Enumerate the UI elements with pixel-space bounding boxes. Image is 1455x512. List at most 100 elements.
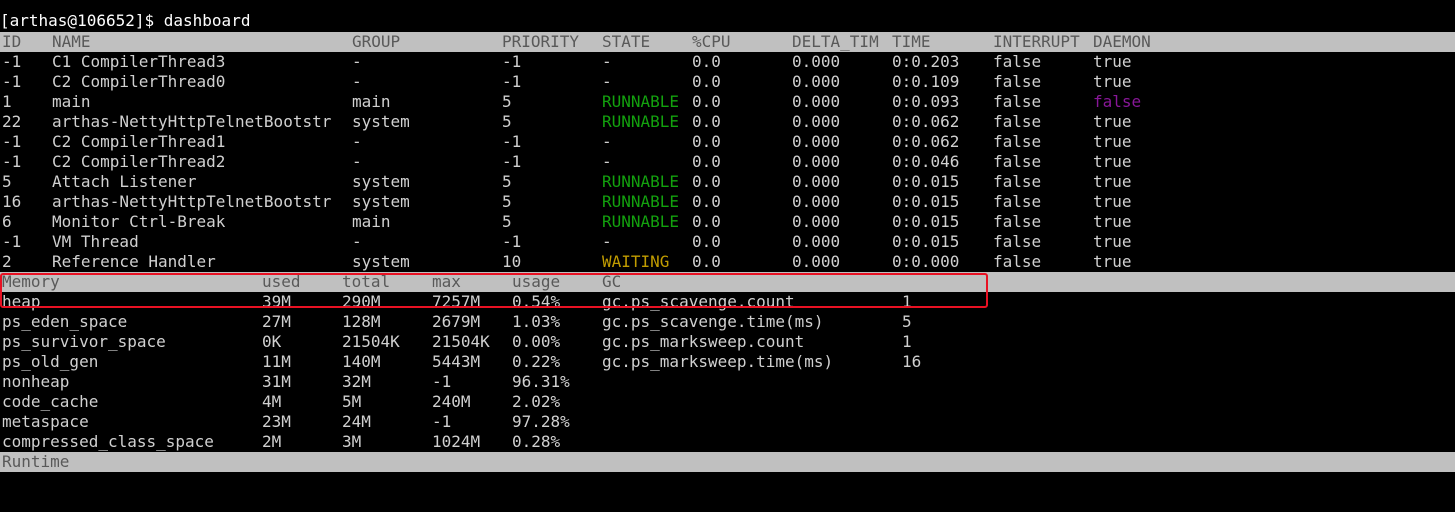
thread-cell: true <box>1093 112 1132 131</box>
thread-cell: 0.0 <box>692 72 721 91</box>
thread-column-header: TIME <box>892 32 931 51</box>
thread-cell: - <box>352 152 362 171</box>
memory-column-header: GC <box>602 272 622 291</box>
thread-cell: - <box>352 52 362 71</box>
thread-cell: WAITING <box>602 252 670 271</box>
thread-cell: - <box>602 152 612 171</box>
thread-cell: false <box>1093 92 1142 111</box>
thread-cell: false <box>993 112 1042 131</box>
thread-cell: 0:0.000 <box>892 252 960 271</box>
thread-cell: 0:0.062 <box>892 132 960 151</box>
memory-cell: 140M <box>342 352 381 371</box>
thread-row: 22 arthas-NettyHttpTelnetBootstr system 5 RU… <box>0 112 1455 132</box>
memory-row: ps_survivor_space 0K 21504K 21504K 0.00% gc.p… <box>0 332 1455 352</box>
thread-row: -1 VM Thread - -1 - 0.0 0.000 0:0.015 false true <box>0 232 1455 252</box>
thread-row: -1 C2 CompilerThread1 - -1 - 0.0 0.000 0:0.062 f… <box>0 132 1455 152</box>
thread-row: -1 C2 CompilerThread0 - -1 - 0.0 0.000 0:0.109 f… <box>0 72 1455 92</box>
gc-cell: 5 <box>902 312 912 331</box>
thread-cell: -1 <box>502 132 522 151</box>
thread-cell: main <box>52 92 91 111</box>
gc-cell: gc.ps_marksweep.time(ms) <box>602 352 834 371</box>
thread-cell: true <box>1093 132 1132 151</box>
memory-cell: code_cache <box>2 392 99 411</box>
thread-cell: 0:0.203 <box>892 52 960 71</box>
thread-cell: true <box>1093 252 1132 271</box>
thread-cell: false <box>993 52 1042 71</box>
memory-cell: 240M <box>432 392 471 411</box>
thread-cell: -1 <box>2 232 22 251</box>
thread-cell: 0.000 <box>792 112 841 131</box>
thread-column-header: GROUP <box>352 32 401 51</box>
memory-row: ps_eden_space 27M 128M 2679M 1.03% gc.ps_scav… <box>0 312 1455 332</box>
thread-cell: system <box>352 172 410 191</box>
thread-cell: RUNNABLE <box>602 172 680 191</box>
memory-cell: 0.28% <box>512 432 561 451</box>
memory-cell: 128M <box>342 312 381 331</box>
memory-cell: -1 <box>432 412 452 431</box>
thread-cell: Attach Listener <box>52 172 197 191</box>
thread-cell: 0.0 <box>692 152 721 171</box>
memory-cell: 24M <box>342 412 371 431</box>
memory-cell: 7257M <box>432 292 481 311</box>
thread-cell: -1 <box>2 152 22 171</box>
thread-cell: 5 <box>502 212 512 231</box>
thread-cell: true <box>1093 232 1132 251</box>
thread-cell: - <box>602 132 612 151</box>
thread-cell: 0:0.109 <box>892 72 960 91</box>
thread-cell: main <box>352 212 391 231</box>
memory-table-header: Memory used total max usage GC <box>0 272 1455 292</box>
thread-cell: 0.0 <box>692 232 721 251</box>
thread-cell: RUNNABLE <box>602 212 680 231</box>
thread-cell: 0.000 <box>792 172 841 191</box>
thread-cell: 0:0.015 <box>892 172 960 191</box>
thread-cell: true <box>1093 212 1132 231</box>
thread-row: 2 Reference Handler system 10 WAITING 0.0 0.00… <box>0 252 1455 272</box>
memory-cell: 1.03% <box>512 312 561 331</box>
memory-cell: 0.22% <box>512 352 561 371</box>
thread-cell: arthas-NettyHttpTelnetBootstr <box>52 112 332 131</box>
thread-cell: - <box>352 72 362 91</box>
thread-row: 1 main main 5 RUNNABLE 0.0 0.000 0:0.093 false fa… <box>0 92 1455 112</box>
thread-column-header: PRIORITY <box>502 32 580 51</box>
thread-cell: 0:0.015 <box>892 232 960 251</box>
thread-cell: 0:0.015 <box>892 192 960 211</box>
gc-cell: gc.ps_scavenge.time(ms) <box>602 312 824 331</box>
memory-cell: ps_survivor_space <box>2 332 166 351</box>
thread-cell: 0:0.062 <box>892 112 960 131</box>
memory-row: code_cache 4M 5M 240M 2.02% <box>0 392 1455 412</box>
thread-cell: C2 CompilerThread1 <box>52 132 226 151</box>
thread-cell: 0.000 <box>792 212 841 231</box>
gc-cell: 16 <box>902 352 922 371</box>
memory-cell: 39M <box>262 292 291 311</box>
thread-cell: 0.0 <box>692 212 721 231</box>
thread-cell: 0.0 <box>692 92 721 111</box>
thread-cell: C2 CompilerThread2 <box>52 152 226 171</box>
thread-cell: 5 <box>502 112 512 131</box>
thread-cell: 0.0 <box>692 52 721 71</box>
thread-column-header: %CPU <box>692 32 731 51</box>
thread-cell: RUNNABLE <box>602 192 680 211</box>
memory-cell: 31M <box>262 372 291 391</box>
memory-cell: 11M <box>262 352 291 371</box>
thread-cell: - <box>352 232 362 251</box>
thread-cell: Reference Handler <box>52 252 216 271</box>
memory-cell: 27M <box>262 312 291 331</box>
thread-cell: 0.0 <box>692 172 721 191</box>
thread-cell: 5 <box>502 92 512 111</box>
thread-cell: 0.000 <box>792 92 841 111</box>
memory-cell: 5M <box>342 392 362 411</box>
thread-column-header: DELTA_TIM <box>792 32 879 51</box>
thread-table-header: ID NAME GROUP PRIORITY STATE %CPU DELTA_TIM TIM… <box>0 32 1455 52</box>
thread-cell: 16 <box>2 192 22 211</box>
thread-cell: true <box>1093 52 1132 71</box>
thread-cell: 0.0 <box>692 112 721 131</box>
memory-cell: 0K <box>262 332 282 351</box>
thread-cell: Monitor Ctrl-Break <box>52 212 226 231</box>
thread-cell: C2 CompilerThread0 <box>52 72 226 91</box>
thread-cell: true <box>1093 152 1132 171</box>
thread-cell: 0:0.093 <box>892 92 960 111</box>
thread-row: 5 Attach Listener system 5 RUNNABLE 0.0 0.000 0… <box>0 172 1455 192</box>
thread-cell: true <box>1093 192 1132 211</box>
thread-row: 16 arthas-NettyHttpTelnetBootstr system 5 RU… <box>0 192 1455 212</box>
thread-cell: 6 <box>2 212 12 231</box>
